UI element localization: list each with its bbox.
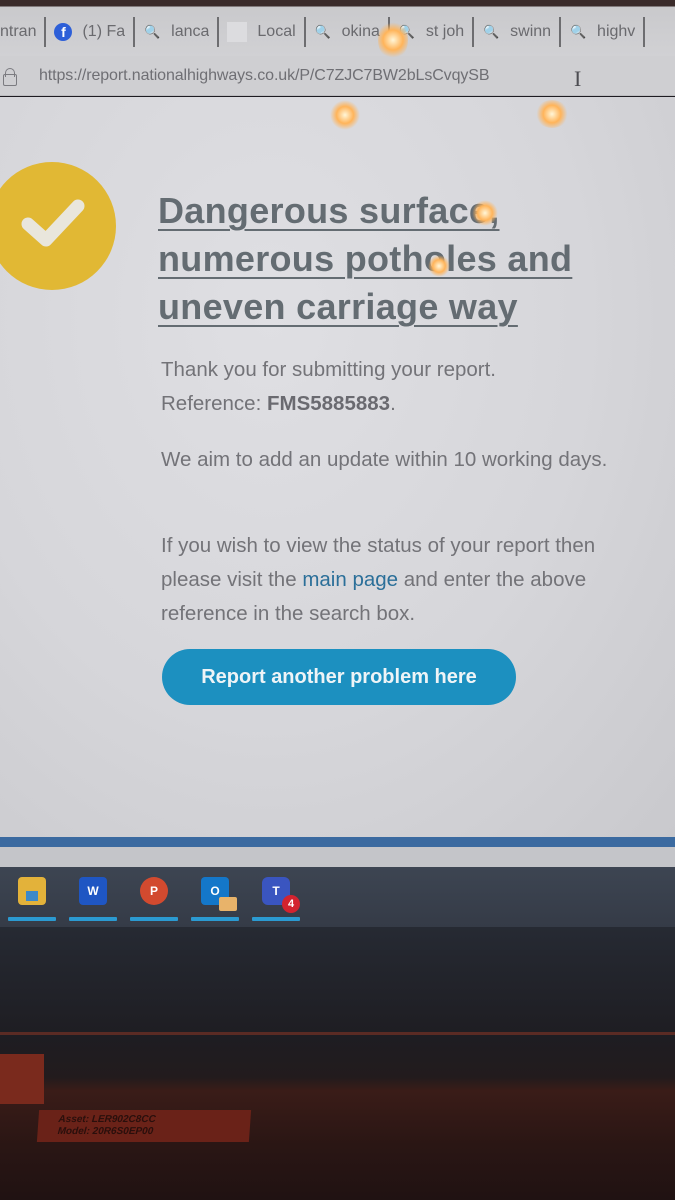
check-circle-icon <box>0 162 116 290</box>
page-content: Dangerous surface, numerous potholes and… <box>0 97 675 837</box>
tab-label: swinn <box>510 23 552 40</box>
bezel-reflection <box>0 1054 44 1104</box>
tab-label: Local <box>257 23 296 40</box>
main-page-link[interactable]: main page <box>302 568 398 591</box>
search-icon: 🔍 <box>398 24 415 39</box>
taskbar-app-file-explorer[interactable] <box>6 875 58 921</box>
taskbar: W P O T 4 <box>0 867 675 927</box>
tab-label: lanca <box>171 23 210 40</box>
browser-tab[interactable]: 🔍 highv <box>561 17 646 47</box>
browser-tab[interactable]: 🔍 okina <box>306 17 390 47</box>
thanks-text: Thank you for submitting your report. <box>161 358 496 381</box>
tab-label: okina <box>341 23 380 40</box>
browser-tab-strip: ntran f (1) Fa 🔍 lanca Local 🔍 okina 🔍 s… <box>0 0 675 56</box>
asset-sticker: Asset: LER902C8CC Model: 20R6S0EP00 <box>36 1110 252 1142</box>
blank-page-icon <box>227 22 248 42</box>
search-icon: 🔍 <box>483 24 500 39</box>
search-icon: 🔍 <box>144 24 161 39</box>
tab-label: (1) Fa <box>82 23 126 40</box>
status-instructions: If you wish to view the status of your r… <box>161 529 641 631</box>
reference-number: FMS5885883 <box>266 392 391 415</box>
browser-tab[interactable]: 🔍 lanca <box>135 17 220 47</box>
report-another-problem-button[interactable]: Report another problem here <box>162 649 516 705</box>
teams-icon: T 4 <box>262 877 300 913</box>
browser-tab[interactable]: 🔍 st joh <box>390 17 475 47</box>
browser-tab[interactable]: ntran <box>0 17 47 47</box>
update-text: We aim to add an update within 10 workin… <box>161 448 608 471</box>
taskbar-app-powerpoint[interactable]: P <box>128 875 180 921</box>
tab-label: st joh <box>425 23 465 40</box>
address-bar[interactable]: https://report.nationalhighways.co.uk/P/… <box>0 56 675 96</box>
browser-tab[interactable]: 🔍 swinn <box>474 17 562 47</box>
window-bottom-edge <box>0 847 675 867</box>
browser-tab[interactable]: Local <box>219 17 306 47</box>
notification-badge: 4 <box>282 895 300 913</box>
lock-icon[interactable] <box>3 67 17 86</box>
facebook-icon: f <box>54 23 73 41</box>
laptop-bezel <box>0 927 675 1200</box>
taskbar-app-word[interactable]: W <box>67 875 119 921</box>
taskbar-app-teams[interactable]: T 4 <box>250 875 302 921</box>
confirmation-text: Thank you for submitting your report. Re… <box>161 353 641 421</box>
teams-glyph: T <box>272 884 280 898</box>
report-title[interactable]: Dangerous surface, numerous potholes and… <box>158 187 618 331</box>
tab-label: ntran <box>0 23 37 40</box>
asset-text: Asset: LER902C8CC <box>58 1114 157 1125</box>
taskbar-app-outlook[interactable]: O <box>189 875 241 921</box>
horizontal-scrollbar[interactable] <box>0 837 675 847</box>
word-icon: W <box>79 877 107 905</box>
reference-suffix: . <box>390 392 396 415</box>
search-icon: 🔍 <box>569 24 587 39</box>
powerpoint-icon: P <box>140 877 168 905</box>
model-text: Model: 20R6S0EP00 <box>57 1126 154 1137</box>
outlook-icon: O <box>201 877 237 911</box>
reference-label: Reference: <box>161 392 262 415</box>
text-cursor-icon: I <box>574 66 582 91</box>
browser-tab[interactable]: f (1) Fa <box>46 17 136 47</box>
search-icon: 🔍 <box>314 24 331 39</box>
tab-label: highv <box>597 23 636 40</box>
folder-icon <box>18 877 46 905</box>
bezel-edge <box>0 1032 675 1035</box>
checkmark-icon <box>21 199 85 247</box>
url-text[interactable]: https://report.nationalhighways.co.uk/P/… <box>39 67 490 85</box>
